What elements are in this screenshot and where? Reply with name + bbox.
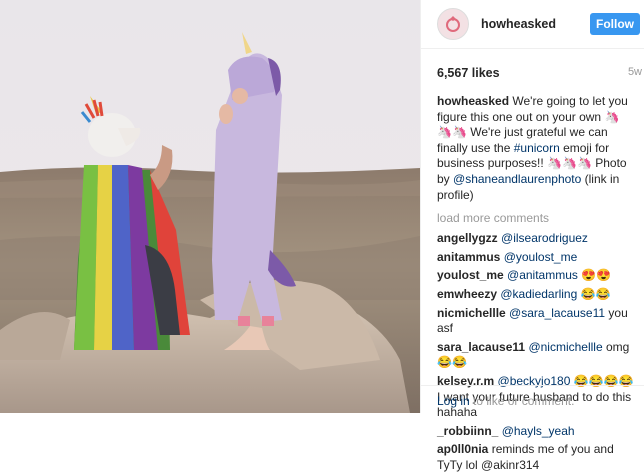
comment-mention[interactable]: @hayls_yeah: [502, 424, 575, 438]
post-header: howheasked Follow: [421, 0, 644, 49]
comment: youlost_me @anitammus 😍😍: [437, 268, 636, 284]
account-username[interactable]: howheasked: [481, 17, 590, 31]
load-more-comments-link[interactable]: load more comments: [421, 203, 644, 225]
comment-mention[interactable]: @youlost_me: [504, 250, 578, 264]
comment: emwheezy @kadiedarling 😂😂: [437, 287, 636, 303]
comment: _robbiinn_ @hayls_yeah: [437, 424, 636, 440]
instagram-post: howheasked Follow 6,567 likes 5w howheas…: [0, 0, 644, 472]
ring-icon: [446, 16, 460, 32]
comment-username[interactable]: _robbiinn_: [437, 424, 498, 438]
caption-hashtag[interactable]: #unicorn: [514, 141, 560, 155]
post-sidebar: howheasked Follow 6,567 likes 5w howheas…: [420, 0, 644, 472]
comment-mention[interactable]: @kadiedarling: [500, 287, 577, 301]
post-caption: howheasked We're going to let you figure…: [421, 80, 644, 203]
comment: anitammus @youlost_me: [437, 250, 636, 266]
comment-text: 😂😂: [577, 286, 611, 301]
comment-username[interactable]: nicmichellle: [437, 306, 506, 320]
comment-mention[interactable]: @nicmichellle: [528, 340, 602, 354]
comment-mention[interactable]: @anitammus: [507, 268, 578, 282]
comment: angellygzz @ilsearodriguez: [437, 231, 636, 247]
comment-username[interactable]: angellygzz: [437, 231, 498, 245]
login-link[interactable]: Log in: [437, 394, 470, 408]
comment-username[interactable]: sara_lacause11: [437, 340, 525, 354]
caption-username[interactable]: howheasked: [437, 94, 509, 108]
comment-username[interactable]: youlost_me: [437, 268, 504, 282]
avatar[interactable]: [437, 8, 469, 40]
comment: sara_lacause11 @nicmichellle omg😂😂: [437, 340, 636, 371]
post-footer: Log in to like or comment.: [421, 385, 644, 413]
comment-username[interactable]: ap0ll0nia: [437, 442, 488, 456]
comment-list: angellygzz @ilsearodriguez anitammus @yo…: [421, 225, 644, 473]
comment: ap0ll0nia reminds me of you and TyTy lol…: [437, 442, 636, 473]
comment-username[interactable]: anitammus: [437, 250, 500, 264]
comment-mention[interactable]: @sara_lacause11: [509, 306, 605, 320]
follow-button[interactable]: Follow: [590, 13, 640, 35]
likes-row: 6,567 likes 5w: [421, 49, 644, 80]
comment-username[interactable]: emwheezy: [437, 287, 497, 301]
comment-text: 😍😍: [577, 268, 612, 283]
comment-mention[interactable]: @ilsearodriguez: [501, 231, 588, 245]
footer-text: to like or comment.: [469, 394, 575, 408]
post-photo[interactable]: [0, 0, 420, 413]
caption-mention[interactable]: @shaneandlaurenphoto: [453, 172, 581, 186]
comment: nicmichellle @sara_lacause11 you asf: [437, 306, 636, 337]
post-age[interactable]: 5w: [628, 66, 642, 80]
likes-count[interactable]: 6,567 likes: [437, 66, 500, 80]
